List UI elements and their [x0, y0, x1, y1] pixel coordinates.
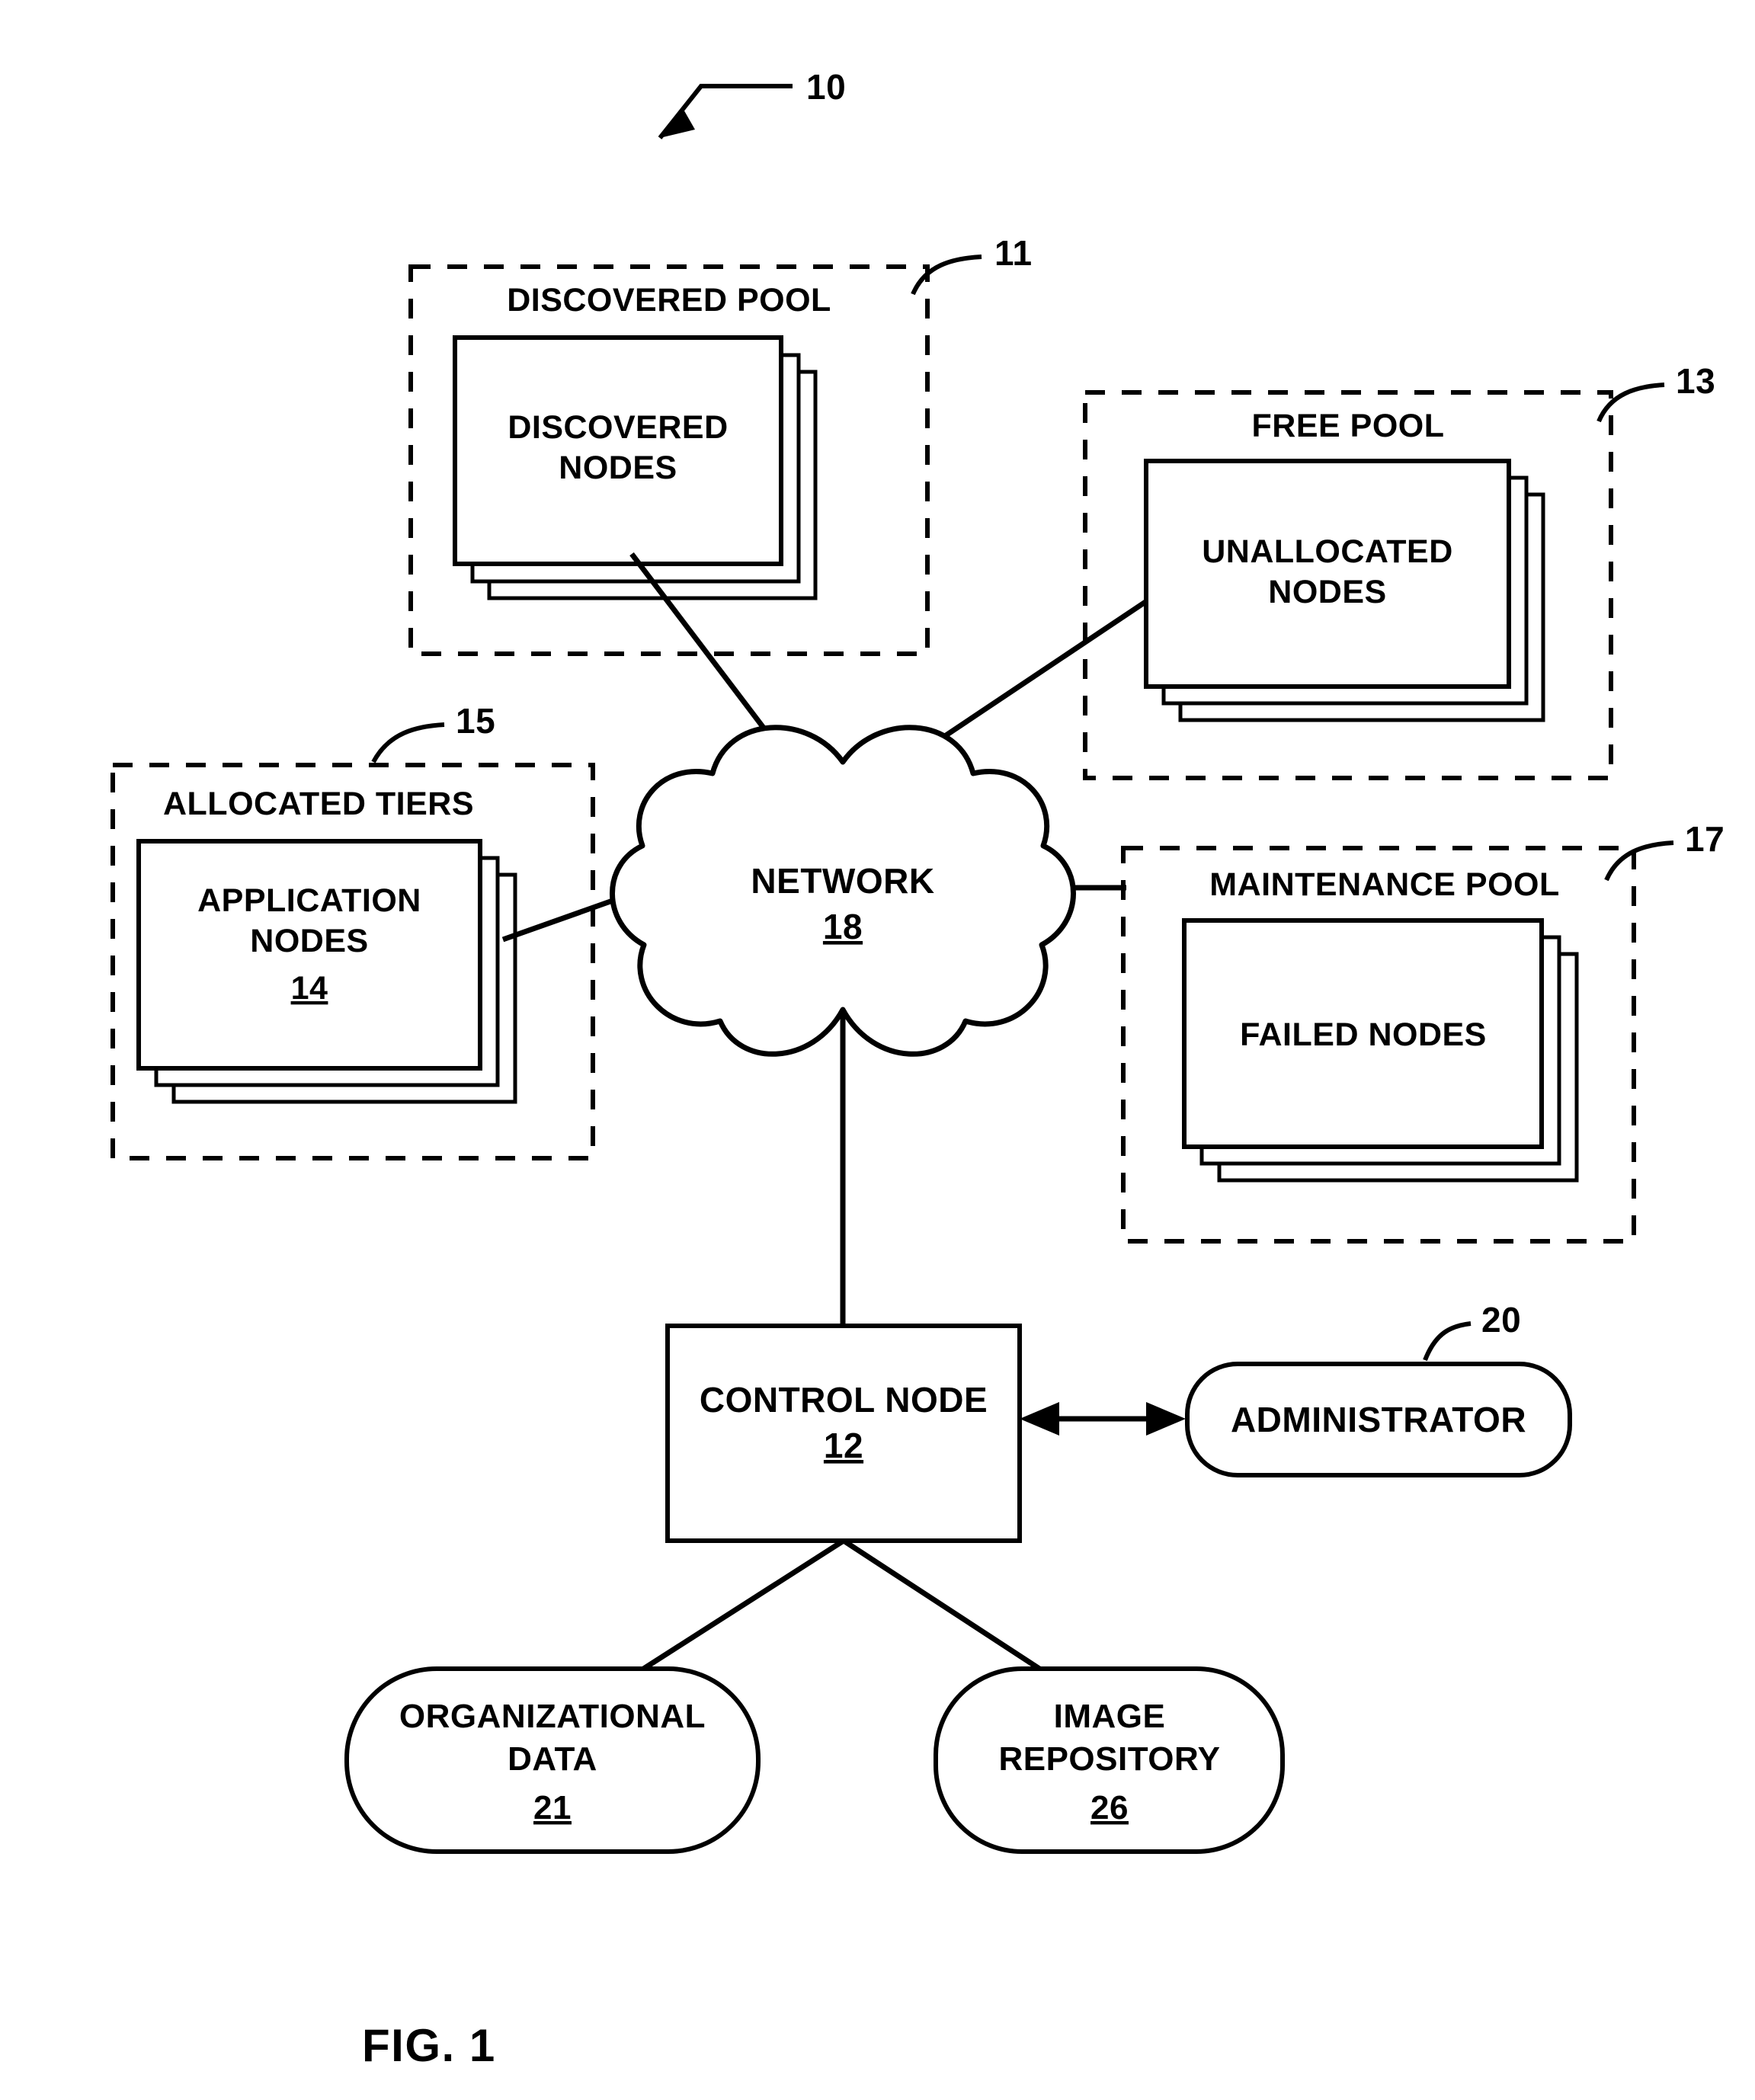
organizational-data-group[interactable]: ORGANIZATIONAL DATA 21 — [344, 1666, 761, 1854]
admin-link-arrowhead-left — [1020, 1402, 1059, 1436]
discovered-nodes-label-line1: DISCOVERED — [508, 409, 728, 446]
control-node-ref-number: 12 — [824, 1426, 863, 1465]
figure-caption: FIG. 1 — [362, 2020, 496, 2071]
organizational-data-label-line1: ORGANIZATIONAL — [399, 1698, 706, 1735]
discovered-pool-ref-leader — [911, 254, 982, 296]
discovered-pool-group[interactable]: DISCOVERED POOL DISCOVERED NODES 11 — [408, 233, 1033, 656]
network-cloud-group[interactable]: NETWORK 18 — [610, 725, 1076, 1057]
image-repository-group[interactable]: IMAGE REPOSITORY 26 — [934, 1666, 1285, 1854]
system-ref-callout: 10 — [658, 67, 846, 139]
organizational-data-label-line2: DATA — [508, 1740, 597, 1778]
maintenance-pool-ref-number: 17 — [1685, 819, 1725, 859]
patent-figure: 10 DISCOVERED POOL DISCOVERED NODES 11 F… — [0, 0, 1755, 2100]
control-node-label: CONTROL NODE — [700, 1380, 988, 1420]
application-nodes-ref-number: 14 — [291, 970, 328, 1007]
free-pool-label: FREE POOL — [1252, 408, 1445, 444]
administrator-ref-leader — [1423, 1321, 1472, 1362]
image-repository-label-line2: REPOSITORY — [998, 1740, 1220, 1778]
image-repository-ref-number: 26 — [1090, 1789, 1129, 1826]
discovered-nodes-label-line2: NODES — [559, 450, 677, 486]
control-node-group[interactable]: CONTROL NODE 12 — [665, 1324, 1022, 1543]
system-ref-number: 10 — [806, 67, 846, 107]
free-pool-group[interactable]: FREE POOL UNALLOCATED NODES 13 — [1083, 361, 1715, 780]
organizational-data-ref-number: 21 — [533, 1789, 572, 1826]
administrator-label: ADMINISTRATOR — [1231, 1400, 1526, 1439]
image-repository-label-line1: IMAGE — [1054, 1698, 1166, 1735]
maintenance-pool-group[interactable]: MAINTENANCE POOL FAILED NODES 17 — [1121, 819, 1725, 1244]
discovered-pool-label: DISCOVERED POOL — [507, 282, 831, 319]
network-ref-number: 18 — [823, 907, 863, 946]
unallocated-nodes-label-line1: UNALLOCATED — [1202, 533, 1453, 570]
maintenance-pool-label: MAINTENANCE POOL — [1209, 866, 1560, 903]
allocated-tiers-group[interactable]: ALLOCATED TIERS APPLICATION NODES 14 15 — [110, 701, 595, 1160]
application-nodes-label-line2: NODES — [250, 923, 368, 959]
administrator-ref-number: 20 — [1481, 1300, 1521, 1340]
free-pool-ref-number: 13 — [1676, 361, 1715, 401]
admin-link-arrowhead-right — [1146, 1402, 1186, 1436]
administrator-group[interactable]: ADMINISTRATOR 20 — [1020, 1300, 1572, 1477]
application-nodes-label-line1: APPLICATION — [197, 882, 421, 919]
unallocated-nodes-label-line2: NODES — [1268, 574, 1386, 610]
failed-nodes-label-line1: FAILED NODES — [1240, 1016, 1487, 1053]
discovered-pool-ref-number: 11 — [994, 233, 1033, 273]
network-label: NETWORK — [751, 861, 934, 901]
figure-canvas: 10 DISCOVERED POOL DISCOVERED NODES 11 F… — [110, 67, 1725, 2071]
allocated-tiers-label: ALLOCATED TIERS — [163, 786, 474, 822]
allocated-tiers-ref-leader — [371, 722, 445, 763]
allocated-tiers-ref-number: 15 — [456, 701, 495, 741]
